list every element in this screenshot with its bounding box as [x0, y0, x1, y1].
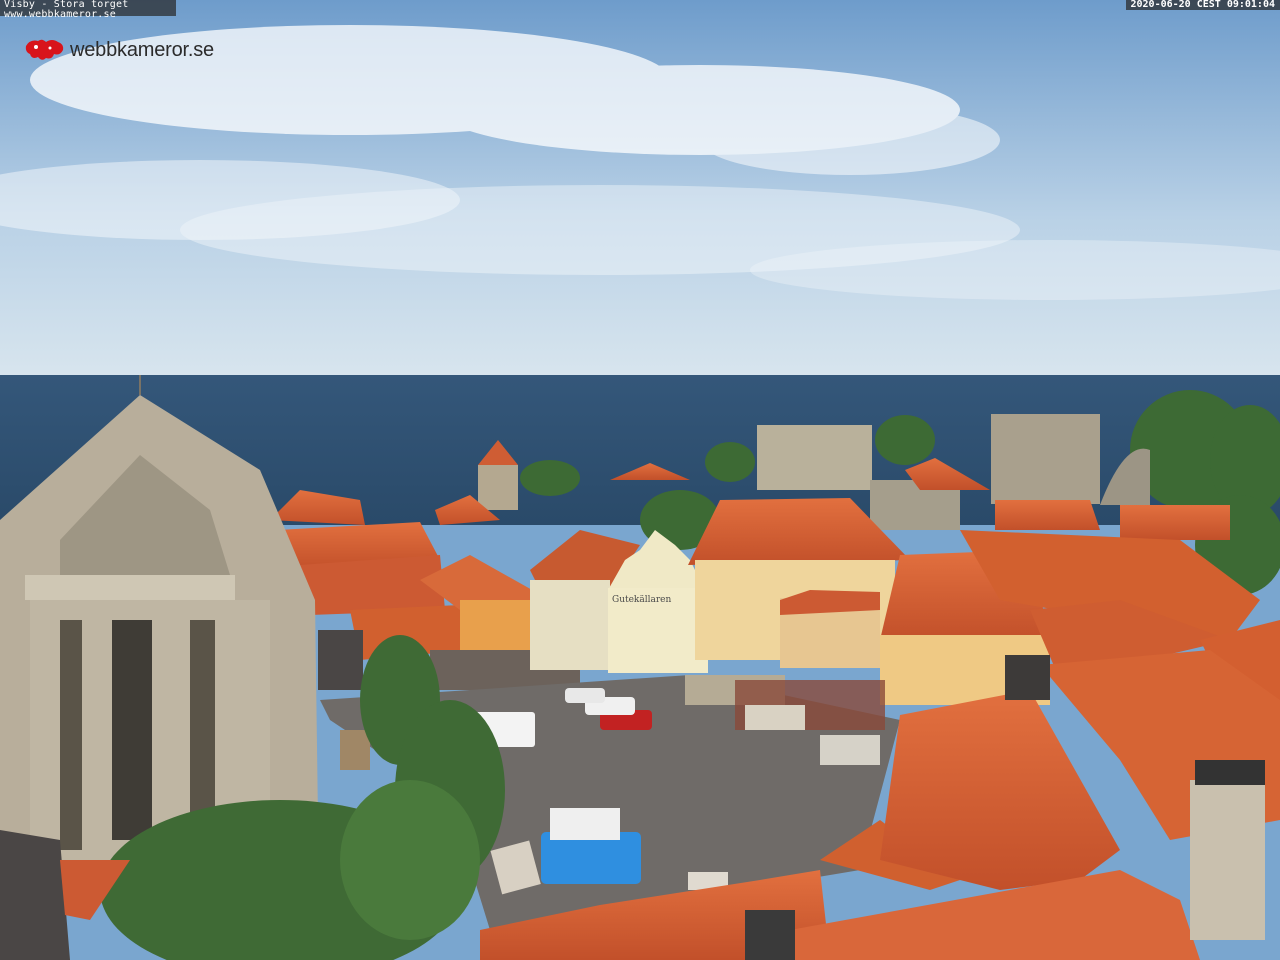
- food-truck: [550, 808, 620, 840]
- caption-website: www.webbkameror.se: [4, 9, 116, 20]
- timestamp: 2020-06-20 CEST 09:01:04: [1125, 0, 1280, 10]
- webbkameror-logo: webbkameror.se: [24, 34, 214, 66]
- building-sign: Gutekällaren: [612, 595, 671, 605]
- camera-caption: Visby - Stora torget www.webbkameror.se: [0, 0, 176, 20]
- logo-text: webbkameror.se: [70, 38, 214, 61]
- world-map-icon: [25, 39, 64, 60]
- parked-car: [565, 688, 605, 703]
- webcam-scene: Gutekällaren: [0, 0, 1280, 960]
